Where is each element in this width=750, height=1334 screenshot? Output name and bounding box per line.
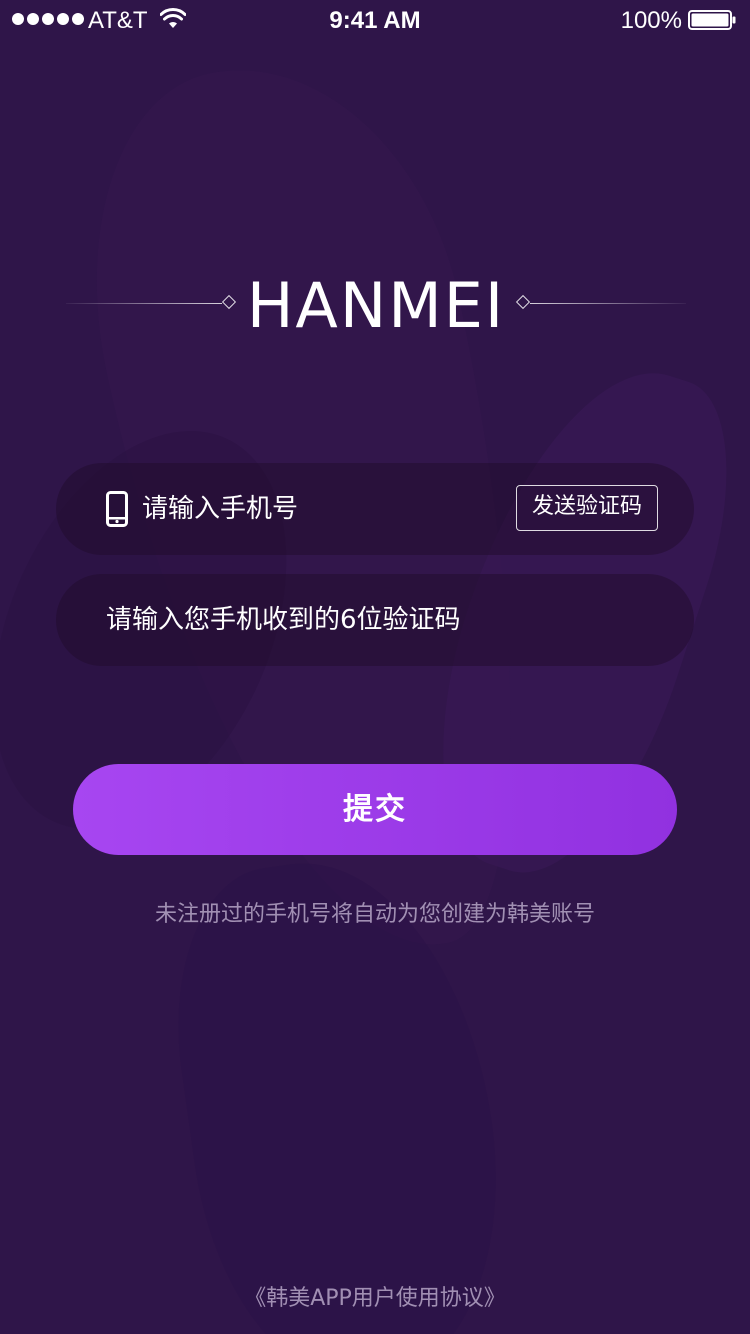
logo-divider-right (530, 303, 686, 304)
submit-button[interactable]: 提交 (73, 764, 677, 855)
verification-code-input[interactable]: 请输入您手机收到的6位验证码 (56, 574, 694, 666)
phone-icon (106, 491, 128, 527)
code-placeholder: 请输入您手机收到的6位验证码 (106, 605, 461, 635)
send-code-button[interactable]: 发送验证码 (516, 485, 658, 531)
logo: HANMEI (66, 269, 686, 342)
phone-placeholder: 请输入手机号 (142, 494, 299, 524)
diamond-icon (515, 294, 531, 310)
diamond-icon (221, 294, 237, 310)
status-bar: AT&T 9:41 AM 100% (0, 0, 750, 40)
registration-hint: 未注册过的手机号将自动为您创建为韩美账号 (154, 902, 595, 927)
battery-icon (688, 10, 736, 30)
background (0, 0, 750, 1334)
phone-input[interactable]: 请输入手机号 发送验证码 (56, 463, 694, 555)
logo-divider-left (66, 303, 222, 304)
battery-percentage: 100% (620, 7, 682, 34)
logo-text: HANMEI (246, 269, 506, 342)
user-agreement-link[interactable]: 《韩美APP用户使用协议》 (0, 1280, 750, 1312)
